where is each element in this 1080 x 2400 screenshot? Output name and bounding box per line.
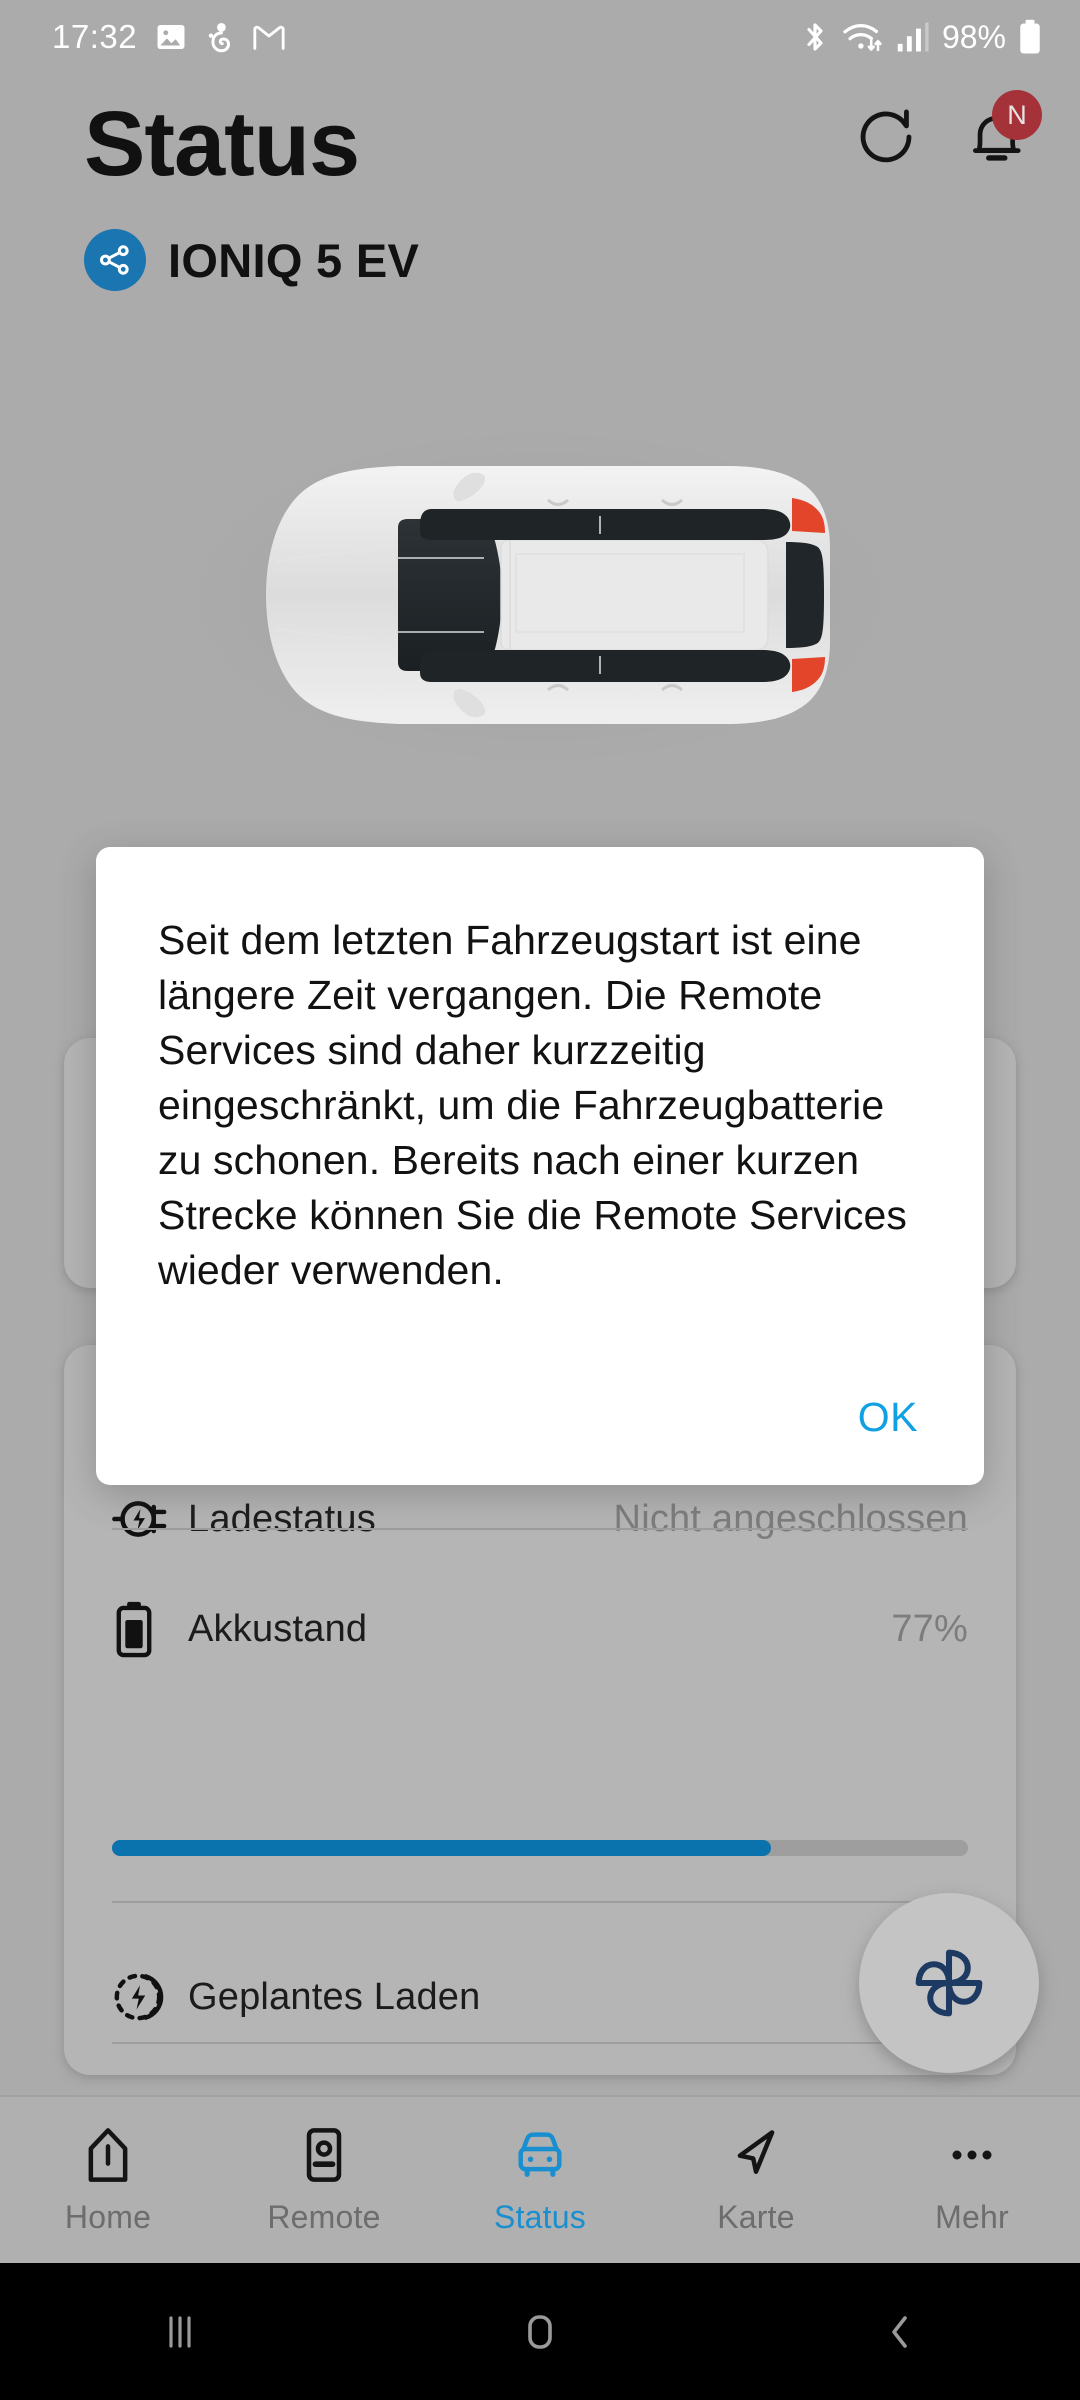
nav-item-remote[interactable]: Remote: [216, 2097, 432, 2263]
fan-icon: [915, 1949, 983, 2017]
header-actions: N: [856, 90, 1042, 172]
vehicle-selector[interactable]: IONIQ 5 EV: [84, 229, 419, 291]
nav-item-home[interactable]: Home: [0, 2097, 216, 2263]
row-divider: [112, 2042, 968, 2044]
dialog-message: Seit dem letzten Fahrzeugstart ist eine …: [158, 917, 908, 1293]
battery-level-icon: [112, 1600, 188, 1658]
signal-icon: [897, 22, 929, 52]
status-bar-clock: 17:32: [52, 18, 138, 55]
notifications-button[interactable]: N: [968, 90, 1042, 172]
car-icon: [518, 2131, 562, 2177]
navigate-icon: [737, 2129, 775, 2174]
page-header: Status IONIQ 5 EV N: [0, 74, 1080, 344]
status-bar-right: 98%: [800, 19, 1042, 56]
status-bar-left: 17:32: [52, 18, 286, 56]
nav-label: Status: [494, 2198, 586, 2235]
bottom-navigation: Home Remote Status Karte Mehr: [0, 2095, 1080, 2263]
refresh-icon: [860, 109, 912, 163]
remote-services-dialog: Seit dem letzten Fahrzeugstart ist eine …: [96, 847, 984, 1485]
scheduled-charging-icon: [112, 1971, 188, 2023]
android-system-nav: [0, 2263, 1080, 2400]
battery-progress-track: [112, 1840, 968, 1856]
nav-label: Home: [64, 2198, 152, 2235]
nav-item-status[interactable]: Status: [432, 2097, 648, 2263]
charging-plug-icon: [112, 1493, 188, 1545]
gallery-icon: [157, 24, 185, 50]
status-row-scheduled-charging[interactable]: Geplantes Laden: [112, 1935, 968, 2059]
battery-icon: [1020, 19, 1040, 54]
row-divider: [112, 1528, 968, 1530]
battery-progress-fill: [112, 1840, 772, 1856]
notification-badge: N: [992, 90, 1042, 140]
vehicle-topdown-graphic: [266, 466, 830, 724]
status-row-label: Akkustand: [188, 1607, 368, 1650]
bluetooth-icon: [807, 23, 823, 51]
nav-item-more[interactable]: Mehr: [864, 2097, 1080, 2263]
ok-button[interactable]: OK: [854, 1388, 922, 1447]
android-status-bar: 17:32 98%: [0, 0, 1080, 74]
wifi-icon: [843, 23, 882, 52]
home-square-icon: [528, 2314, 552, 2349]
battery-percent-label: 98%: [941, 18, 1006, 55]
person-share-icon: [208, 22, 231, 53]
vehicle-image: [0, 400, 1080, 800]
gmail-icon: [253, 25, 285, 50]
nav-item-map[interactable]: Karte: [648, 2097, 864, 2263]
back-button[interactable]: [720, 2263, 1080, 2400]
home-button[interactable]: [360, 2263, 720, 2400]
recents-icon: [169, 2315, 191, 2348]
nav-label: Remote: [267, 2198, 381, 2235]
nav-label: Mehr: [935, 2198, 1009, 2235]
status-row-value: 77%: [891, 1607, 968, 1650]
nav-label: Karte: [717, 2198, 795, 2235]
status-row-battery[interactable]: Akkustand 77%: [112, 1567, 968, 1691]
share-nodes-icon[interactable]: [84, 229, 146, 291]
dialog-actions: OK: [854, 1388, 922, 1447]
status-row-value: Nicht angeschlossen: [613, 1497, 968, 1540]
home-icon: [88, 2127, 128, 2182]
remote-icon: [306, 2127, 342, 2182]
refresh-button[interactable]: [856, 106, 916, 172]
status-row-label: Ladestatus: [188, 1497, 376, 1540]
recents-button[interactable]: [0, 2263, 360, 2400]
climate-fab-button[interactable]: [859, 1893, 1039, 2073]
row-divider: [112, 1901, 968, 1903]
back-chevron-icon: [892, 2315, 907, 2348]
page-title: Status: [84, 93, 360, 195]
status-row-label: Geplantes Laden: [188, 1975, 481, 2018]
vehicle-name-label: IONIQ 5 EV: [168, 233, 420, 287]
more-dots-icon: [952, 2150, 992, 2159]
